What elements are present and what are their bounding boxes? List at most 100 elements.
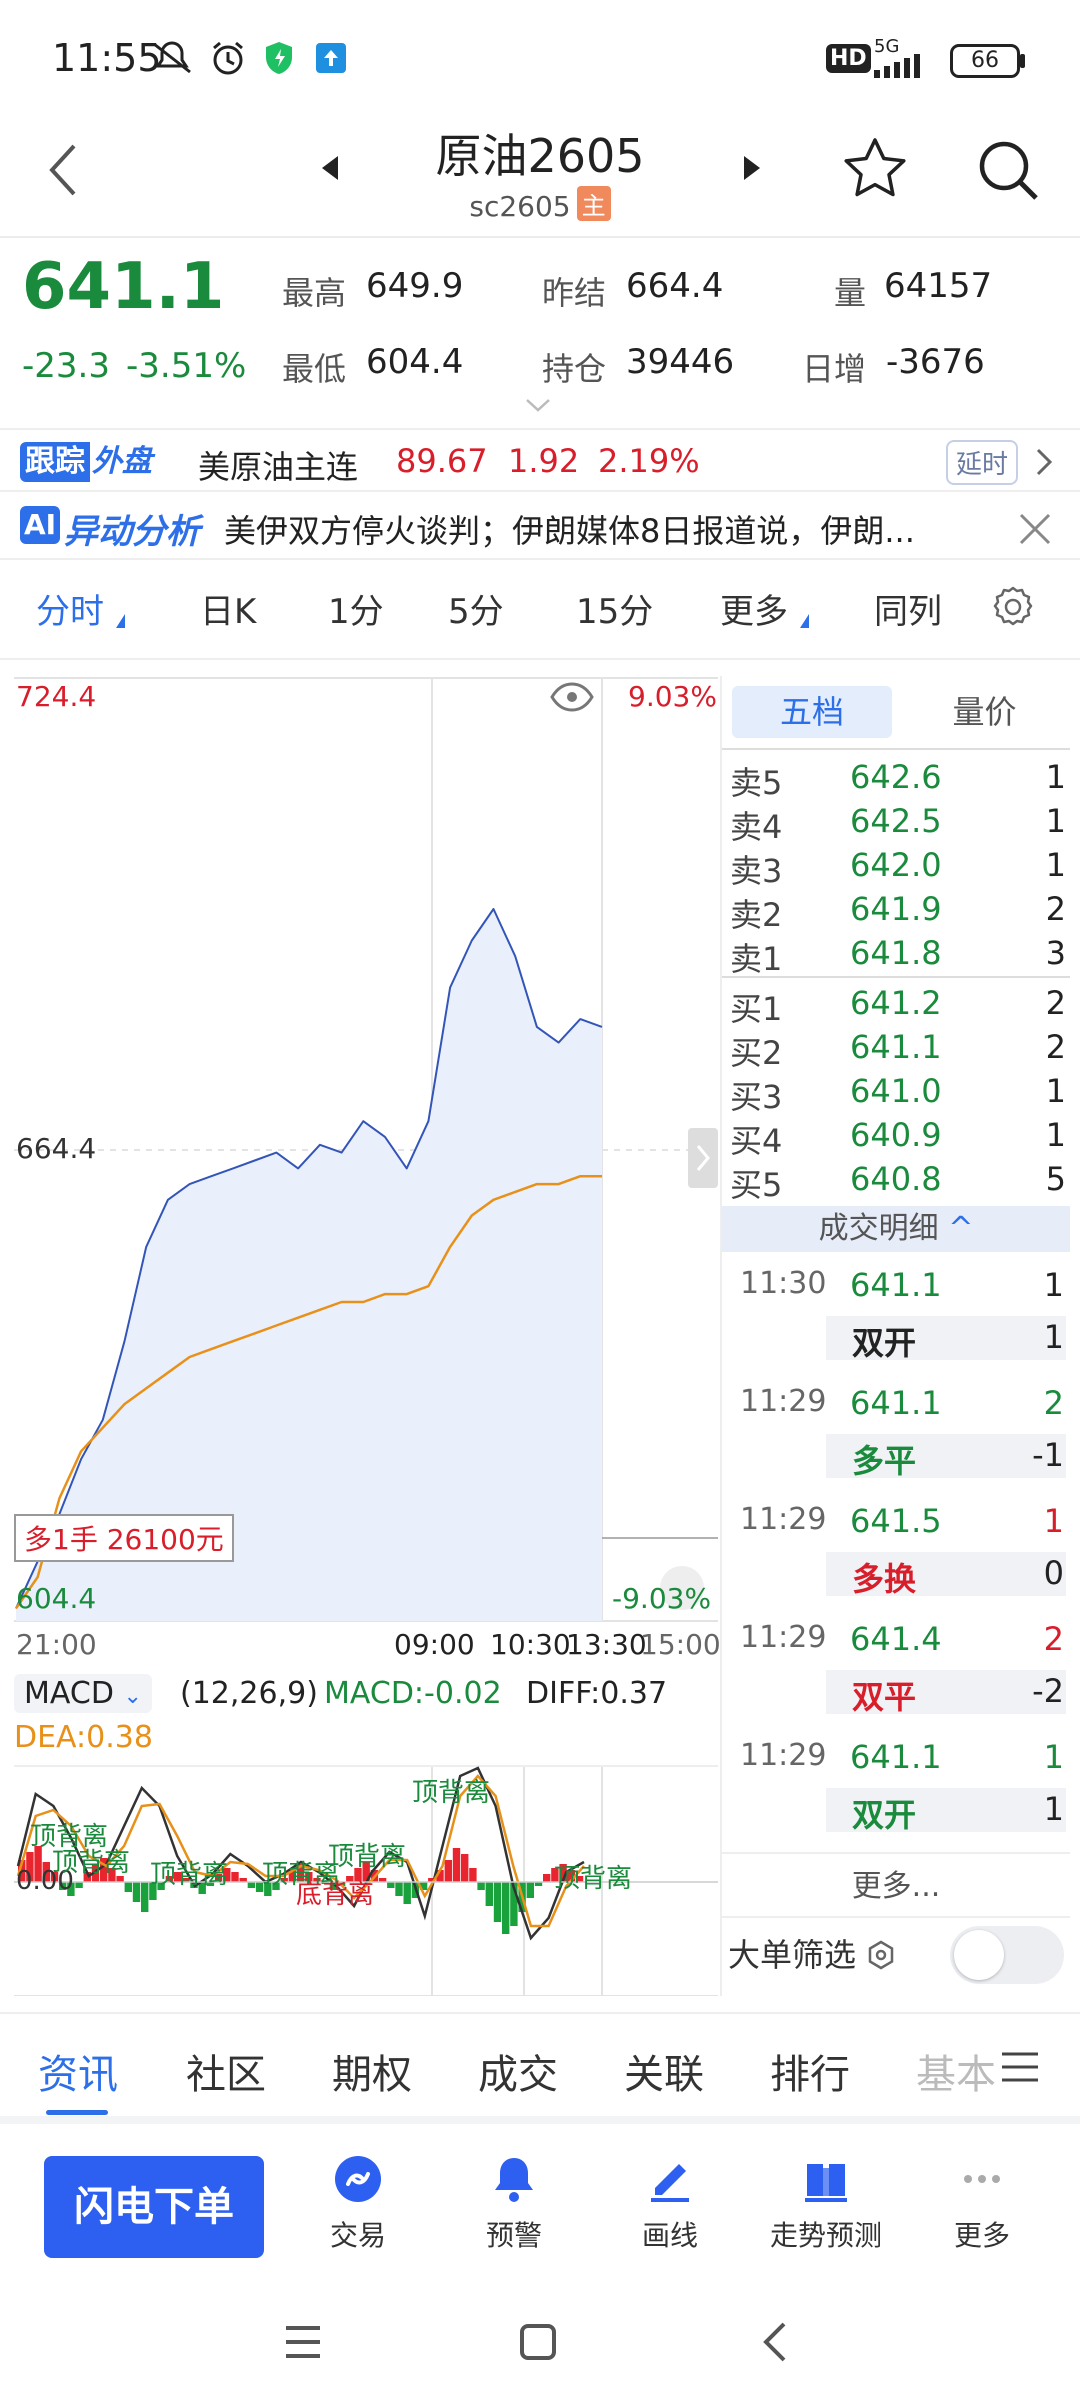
side-collapse-handle[interactable]	[688, 1128, 718, 1188]
bid-qty: 5	[1045, 1160, 1066, 1198]
recent-apps-icon[interactable]	[282, 2322, 324, 2362]
contract-code-text: sc2605	[469, 190, 571, 223]
gear-icon[interactable]	[990, 584, 1036, 630]
home-icon[interactable]	[518, 2322, 558, 2362]
macd-bar	[444, 1860, 452, 1882]
divider	[722, 748, 1070, 750]
intraday-chart[interactable]: 724.4 9.03% 664.4 604.4 -9.03% 21:00 09:…	[14, 676, 721, 1996]
tab-trades[interactable]: 成交	[478, 2042, 558, 2100]
battery-tip	[1020, 54, 1025, 68]
foreign-market-row[interactable]: 跟踪 外盘 美原油主连 89.67 1.92 2.19% 延时	[0, 428, 1080, 492]
prev-contract-icon[interactable]	[318, 152, 342, 184]
ask-price: 642.0	[850, 846, 942, 884]
trade-kind-box: 多换 0	[826, 1552, 1066, 1598]
more-action[interactable]: 更多	[902, 2154, 1062, 2254]
ai-analysis-row[interactable]: AI 异动分析 美伊双方停火谈判；伊朗媒体8日报道说，伊朗...	[0, 492, 1080, 560]
divergence-label-bottom: 底背离	[296, 1880, 375, 1910]
trade-details-header[interactable]: 成交明细 ^	[722, 1206, 1070, 1252]
tab-five-levels[interactable]: 五档	[732, 686, 892, 738]
tab-intraday[interactable]: 分时	[36, 584, 104, 633]
back-icon[interactable]	[40, 140, 84, 200]
tab-fundamentals[interactable]: 基本	[916, 2042, 996, 2100]
divergence-label: 顶背离	[150, 1860, 229, 1890]
bid-price: 641.1	[850, 1028, 942, 1066]
flash-order-button[interactable]: 闪电下单	[44, 2156, 264, 2258]
mute-icon	[153, 41, 191, 74]
tab-more[interactable]: 更多	[720, 584, 788, 633]
tab-community[interactable]: 社区	[186, 2042, 266, 2100]
macd-bar	[395, 1882, 403, 1896]
trade-action[interactable]: 交易	[278, 2154, 438, 2254]
back-nav-icon[interactable]	[760, 2320, 790, 2364]
trade-oi-change: -2	[1032, 1672, 1064, 1710]
bid-label: 买3	[730, 1078, 783, 1116]
tab-15min[interactable]: 15分	[576, 584, 653, 633]
foreign-contract-name: 美原油主连	[198, 448, 359, 486]
big-order-filter-label: 大单筛选	[728, 1930, 896, 1976]
divergence-label: 顶背离	[554, 1864, 633, 1894]
y-axis-top: 724.4	[16, 680, 97, 713]
macd-bar	[461, 1854, 469, 1882]
tab-compare[interactable]: 同列	[874, 584, 942, 633]
draw-label: 画线	[641, 2219, 698, 2252]
ask-row: 卖3 642.0 1	[722, 844, 1070, 890]
track-foreign-badge: 跟踪 外盘	[20, 442, 152, 482]
status-bar: 11:55 HD 5G 66	[0, 0, 1080, 110]
main-contract-badge: 主	[576, 186, 611, 221]
draw-action[interactable]: 画线	[590, 2154, 750, 2254]
expand-chevron-icon[interactable]	[525, 398, 551, 412]
eye-icon[interactable]	[550, 682, 594, 712]
header-divider	[0, 236, 1080, 238]
chevron-right-icon[interactable]	[1034, 446, 1054, 478]
trade-kind: 双平	[852, 1678, 917, 1716]
tab-related[interactable]: 关联	[624, 2042, 704, 2100]
tab-options[interactable]: 期权	[332, 2042, 412, 2100]
battery-level: 66	[971, 48, 999, 73]
x-axis-label: 13:30	[566, 1628, 647, 1661]
forecast-book-icon	[805, 2164, 847, 2202]
trade-details-label: 成交明细	[818, 1211, 939, 1246]
tab-news[interactable]: 资讯	[38, 2042, 118, 2100]
trade-kind-box: 双开 1	[826, 1316, 1066, 1362]
tab-5min[interactable]: 5分	[448, 584, 504, 633]
price-change: -23.3	[22, 346, 110, 386]
tab-ranking[interactable]: 排行	[770, 2042, 850, 2100]
ai-analysis-title: 异动分析	[64, 512, 200, 552]
tab-daily-k[interactable]: 日K	[200, 584, 256, 633]
more-trades-button[interactable]: 更多...	[722, 1852, 1070, 1918]
indicator-name: MACD	[24, 1676, 114, 1711]
y-axis-mid: 664.4	[16, 1132, 97, 1165]
forecast-action[interactable]: 走势预测	[746, 2154, 906, 2254]
favorite-star-icon[interactable]	[842, 136, 908, 200]
macd-bar	[477, 1882, 485, 1890]
trade-oi-change: 1	[1043, 1318, 1064, 1356]
bid-row: 买2 641.1 2	[722, 1026, 1070, 1072]
bid-price: 640.8	[850, 1160, 942, 1198]
bid-qty: 1	[1045, 1116, 1066, 1154]
trade-oi-change: 0	[1043, 1554, 1064, 1592]
menu-icon[interactable]	[1000, 2050, 1040, 2084]
ask-qty: 3	[1045, 934, 1066, 972]
status-time: 11:55	[52, 36, 162, 80]
search-icon[interactable]	[976, 138, 1040, 202]
tab-1min[interactable]: 1分	[328, 584, 384, 633]
alert-action[interactable]: 预警	[434, 2154, 594, 2254]
system-nav-bar	[0, 2286, 1080, 2400]
macd-bar	[75, 1882, 83, 1888]
next-contract-icon[interactable]	[740, 152, 764, 184]
bid-row: 买3 641.0 1	[722, 1070, 1070, 1116]
prev-settle-value: 664.4	[626, 266, 724, 306]
big-order-toggle[interactable]	[950, 1926, 1064, 1984]
ai-analysis-text[interactable]: 美伊双方停火谈判；伊朗媒体8日报道说，伊朗...	[224, 506, 964, 552]
close-icon[interactable]	[1018, 512, 1052, 546]
tab-volume-price[interactable]: 量价	[907, 686, 1062, 738]
trade-time: 11:29	[740, 1620, 827, 1655]
macd-params: (12,26,9)	[180, 1676, 318, 1711]
position-marker[interactable]: 多1手 26100元	[14, 1514, 234, 1562]
indicator-select[interactable]: MACD ⌄	[14, 1674, 152, 1713]
macd-value: MACD:-0.02	[324, 1676, 502, 1711]
divergence-label: 顶背离	[328, 1842, 407, 1872]
pct-axis-bottom: -9.03%	[612, 1582, 712, 1615]
macd-bar	[526, 1882, 534, 1898]
ask-qty: 2	[1045, 890, 1066, 928]
